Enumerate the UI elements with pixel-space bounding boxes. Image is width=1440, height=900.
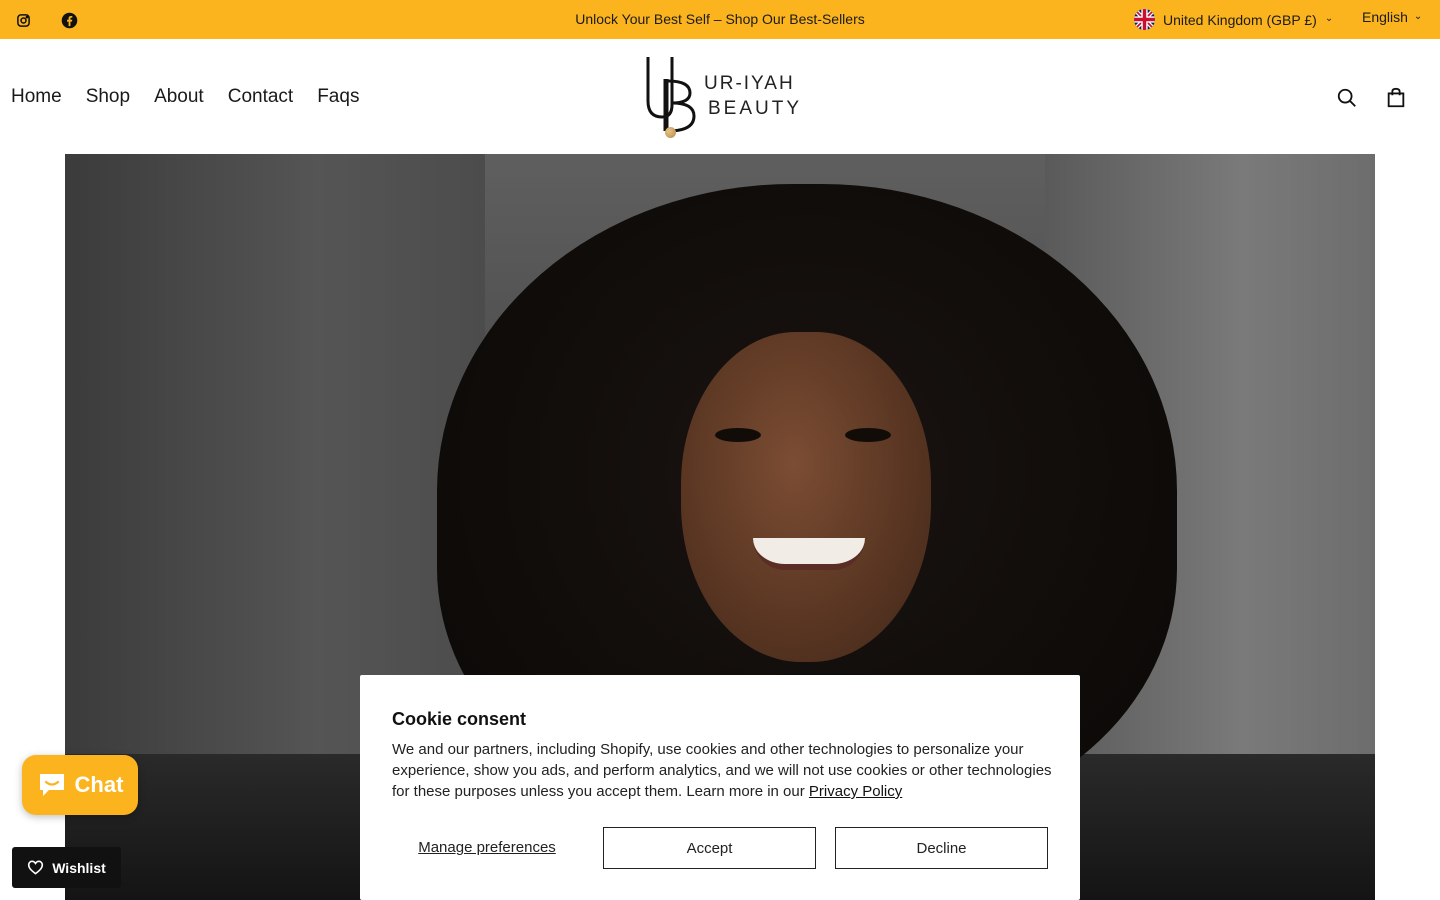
cart-icon[interactable] (1384, 86, 1408, 110)
announcement-bar: Unlock Your Best Self – Shop Our Best-Se… (0, 0, 1440, 39)
decline-button[interactable]: Decline (835, 827, 1048, 869)
chat-button[interactable]: Chat (22, 755, 138, 815)
chevron-down-icon: ⌄ (1324, 13, 1334, 24)
logo-dot (665, 127, 676, 138)
cookie-body-text: We and our partners, including Shopify, … (392, 741, 1052, 800)
language-selector[interactable]: English ⌄ (1362, 9, 1422, 25)
nav-about[interactable]: About (154, 86, 204, 108)
heart-icon (28, 860, 44, 875)
country-label: United Kingdom (GBP £) (1163, 11, 1317, 28)
manage-preferences-link[interactable]: Manage preferences (392, 827, 582, 869)
language-label: English (1362, 9, 1408, 25)
cookie-title: Cookie consent (392, 709, 527, 729)
chat-label: Chat (74, 772, 124, 797)
search-icon[interactable] (1335, 86, 1359, 110)
main-nav: Home Shop About Contact Faqs (11, 86, 359, 108)
cookie-body: We and our partners, including Shopify, … (392, 739, 1052, 802)
hero-smile (753, 538, 865, 570)
chat-bubble-icon (39, 774, 64, 796)
nav-home[interactable]: Home (11, 86, 62, 108)
site-header: Home Shop About Contact Faqs UR-IYAH BEA… (0, 39, 1440, 154)
site-logo[interactable]: UR-IYAH BEAUTY (640, 53, 800, 143)
logo-monogram (646, 57, 696, 133)
nav-contact[interactable]: Contact (228, 86, 293, 108)
accept-button[interactable]: Accept (603, 827, 816, 869)
wishlist-button[interactable]: Wishlist (12, 847, 121, 888)
privacy-policy-link[interactable]: Privacy Policy (809, 783, 902, 800)
cookie-consent-banner: Cookie consent We and our partners, incl… (360, 675, 1080, 900)
nav-shop[interactable]: Shop (86, 86, 130, 108)
country-selector[interactable]: United Kingdom (GBP £) ⌄ (1134, 9, 1333, 30)
chevron-down-icon: ⌄ (1413, 10, 1423, 22)
logo-text-line1: UR-IYAH (704, 73, 795, 94)
logo-text-line2: BEAUTY (708, 98, 803, 119)
hero-eye-right (845, 428, 891, 442)
hero-face (681, 332, 931, 662)
wishlist-label: Wishlist (52, 859, 106, 876)
nav-faqs[interactable]: Faqs (317, 86, 359, 108)
hero-eye-left (715, 428, 761, 442)
uk-flag-icon (1134, 9, 1155, 30)
